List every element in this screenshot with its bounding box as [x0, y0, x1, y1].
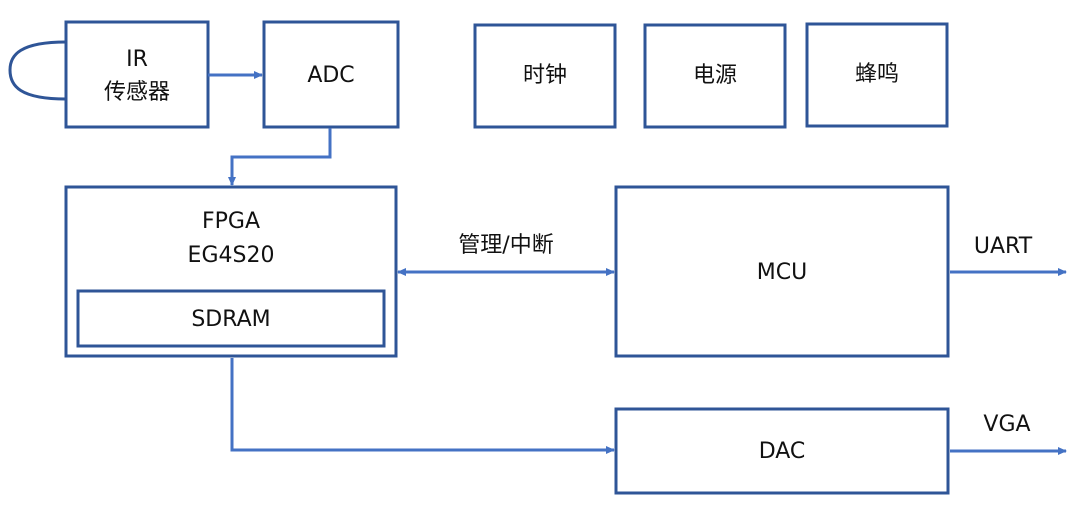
sdram-label: SDRAM: [191, 307, 270, 332]
ir-sensor-box: [64, 20, 210, 129]
ir-sensor-block: IR 传感器: [64, 20, 210, 129]
adc-block: ADC: [262, 20, 400, 129]
adc-label: ADC: [307, 63, 354, 88]
clock-label: 时钟: [523, 63, 567, 88]
uart-label: UART: [974, 234, 1033, 259]
mcu-block: MCU: [614, 185, 950, 358]
ir-sensor-label-line2: 传感器: [104, 80, 170, 105]
dac-block: DAC: [614, 407, 950, 495]
buzzer-block: 蜂鸣: [805, 22, 949, 128]
mcu-label: MCU: [757, 260, 807, 285]
dac-label: DAC: [759, 439, 806, 464]
sensor-lens-loop: [8, 40, 67, 101]
fpga-mcu-label: 管理/中断: [458, 233, 553, 258]
arrow-adc-to-fpga: [228, 128, 332, 186]
arrow-fpga-to-dac: [230, 358, 615, 454]
block-diagram: IR 传感器 ADC 时钟 电源 蜂鸣 FPGA EG4S20 SDRAM MC…: [8, 20, 1067, 495]
fpga-label-line2: EG4S20: [188, 243, 275, 268]
power-label: 电源: [693, 63, 737, 88]
clock-block: 时钟: [473, 23, 617, 129]
fpga-block: FPGA EG4S20 SDRAM: [64, 185, 398, 358]
vga-label: VGA: [983, 412, 1030, 437]
fpga-label-line1: FPGA: [202, 209, 260, 234]
ir-sensor-label-line1: IR: [126, 47, 148, 72]
buzzer-label: 蜂鸣: [855, 62, 899, 87]
power-block: 电源: [643, 23, 787, 129]
